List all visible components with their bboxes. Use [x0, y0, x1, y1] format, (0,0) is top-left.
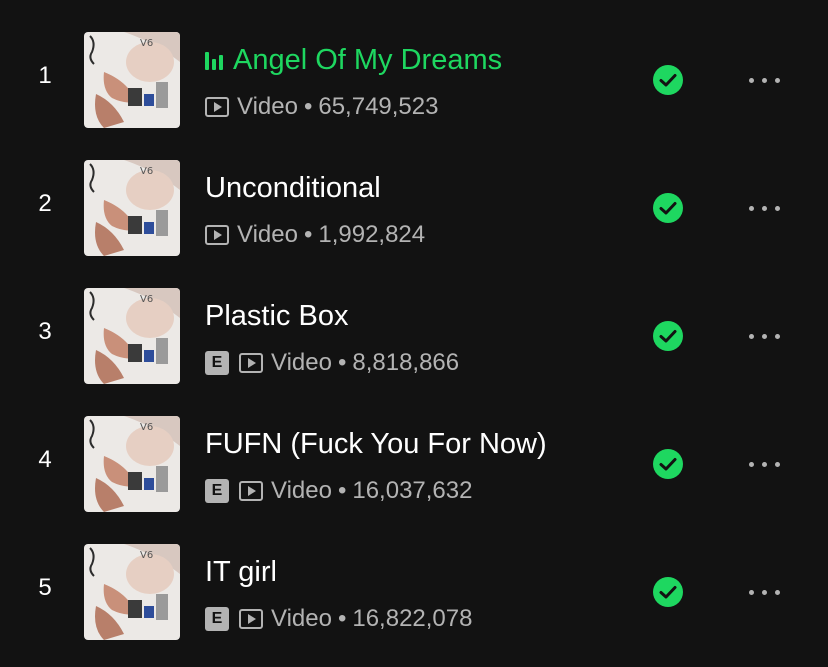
- track-view-count: 16,037,632: [352, 477, 473, 504]
- video-icon: [205, 97, 229, 117]
- track-type-label: Video: [237, 221, 298, 248]
- album-cover: V6: [84, 32, 180, 128]
- track-view-count: 8,818,866: [352, 349, 460, 376]
- video-icon: [239, 353, 263, 373]
- track-view-count: 16,822,078: [352, 605, 473, 632]
- video-icon: [205, 225, 229, 245]
- track-type-label: Video: [271, 349, 332, 376]
- more-options-button[interactable]: [738, 64, 790, 96]
- album-cover: V6: [84, 288, 180, 384]
- track-row[interactable]: 4 V6 FUFN (Fuck You For Now) E Video • 1…: [0, 400, 828, 528]
- track-number: 5: [38, 574, 52, 601]
- svg-text:V6: V6: [140, 166, 153, 177]
- track-view-count: 65,749,523: [318, 93, 439, 120]
- meta-separator: •: [337, 349, 347, 376]
- meta-separator: •: [337, 605, 347, 632]
- track-row[interactable]: 2 V6 Unconditional Video • 1,992,824: [0, 144, 828, 272]
- track-row[interactable]: 3 V6 Plastic Box E Video • 8,818,866: [0, 272, 828, 400]
- svg-text:V6: V6: [140, 38, 153, 49]
- track-number: 2: [38, 190, 52, 217]
- album-cover: V6: [84, 416, 180, 512]
- meta-separator: •: [303, 93, 313, 120]
- more-options-button[interactable]: [738, 192, 790, 224]
- now-playing-icon: [205, 50, 223, 70]
- track-row[interactable]: 1 V6 Angel Of My Dreams Video • 65,749,5…: [0, 16, 828, 144]
- meta-separator: •: [303, 221, 313, 248]
- track-title: IT girl: [205, 556, 277, 588]
- track-title: Plastic Box: [205, 300, 349, 332]
- downloaded-check-icon: [653, 321, 683, 351]
- more-options-button[interactable]: [738, 576, 790, 608]
- downloaded-check-icon: [653, 65, 683, 95]
- track-list: 1 V6 Angel Of My Dreams Video • 65,749,5…: [0, 0, 828, 667]
- track-number: 3: [38, 318, 52, 345]
- svg-text:V6: V6: [140, 294, 153, 305]
- downloaded-check-icon: [653, 577, 683, 607]
- video-icon: [239, 609, 263, 629]
- album-cover: V6: [84, 544, 180, 640]
- track-title: FUFN (Fuck You For Now): [205, 428, 547, 460]
- track-row[interactable]: 5 V6 IT girl E Video • 16,822,078: [0, 528, 828, 656]
- track-type-label: Video: [271, 477, 332, 504]
- track-type-label: Video: [237, 93, 298, 120]
- svg-text:V6: V6: [140, 422, 153, 433]
- more-options-button[interactable]: [738, 448, 790, 480]
- meta-separator: •: [337, 477, 347, 504]
- album-cover: V6: [84, 160, 180, 256]
- more-options-button[interactable]: [738, 320, 790, 352]
- explicit-badge: E: [205, 607, 229, 631]
- track-number: 1: [38, 62, 52, 89]
- track-title: Unconditional: [205, 172, 381, 204]
- downloaded-check-icon: [653, 193, 683, 223]
- track-view-count: 1,992,824: [318, 221, 426, 248]
- svg-text:V6: V6: [140, 550, 153, 561]
- track-title: Angel Of My Dreams: [233, 44, 503, 76]
- explicit-badge: E: [205, 479, 229, 503]
- video-icon: [239, 481, 263, 501]
- track-type-label: Video: [271, 605, 332, 632]
- explicit-badge: E: [205, 351, 229, 375]
- downloaded-check-icon: [653, 449, 683, 479]
- track-number: 4: [38, 446, 52, 473]
